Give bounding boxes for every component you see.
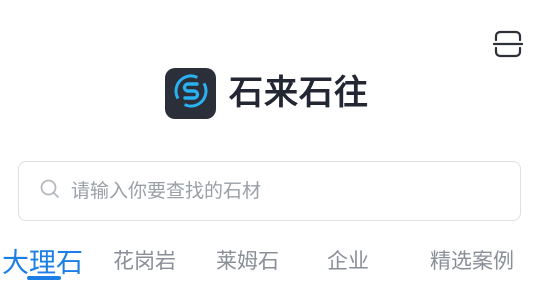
brand: 石来石往: [165, 67, 369, 119]
search-icon: [39, 178, 61, 204]
tab-enterprise[interactable]: 企业: [327, 238, 369, 282]
scan-icon: [492, 28, 524, 64]
stone-logo-icon: [171, 71, 211, 115]
tab-featured-cases[interactable]: 精选案例: [430, 238, 514, 282]
tab-label: 莱姆石: [216, 249, 279, 273]
category-tabs: 大理石 花岗岩 莱姆石 企业 精选案例: [0, 238, 540, 298]
tab-granite[interactable]: 花岗岩: [113, 238, 176, 282]
tab-label: 企业: [327, 249, 369, 273]
tab-label: 大理石: [2, 247, 83, 279]
tab-label: 精选案例: [430, 249, 514, 273]
search-input[interactable]: [71, 180, 491, 202]
tab-limestone[interactable]: 莱姆石: [216, 238, 279, 282]
search-bar[interactable]: [18, 161, 521, 221]
tab-label: 花岗岩: [113, 249, 176, 273]
app-logo: [165, 67, 216, 119]
app-name: 石来石往: [229, 73, 369, 113]
scan-button[interactable]: [490, 28, 526, 64]
active-tab-indicator: [27, 276, 61, 280]
